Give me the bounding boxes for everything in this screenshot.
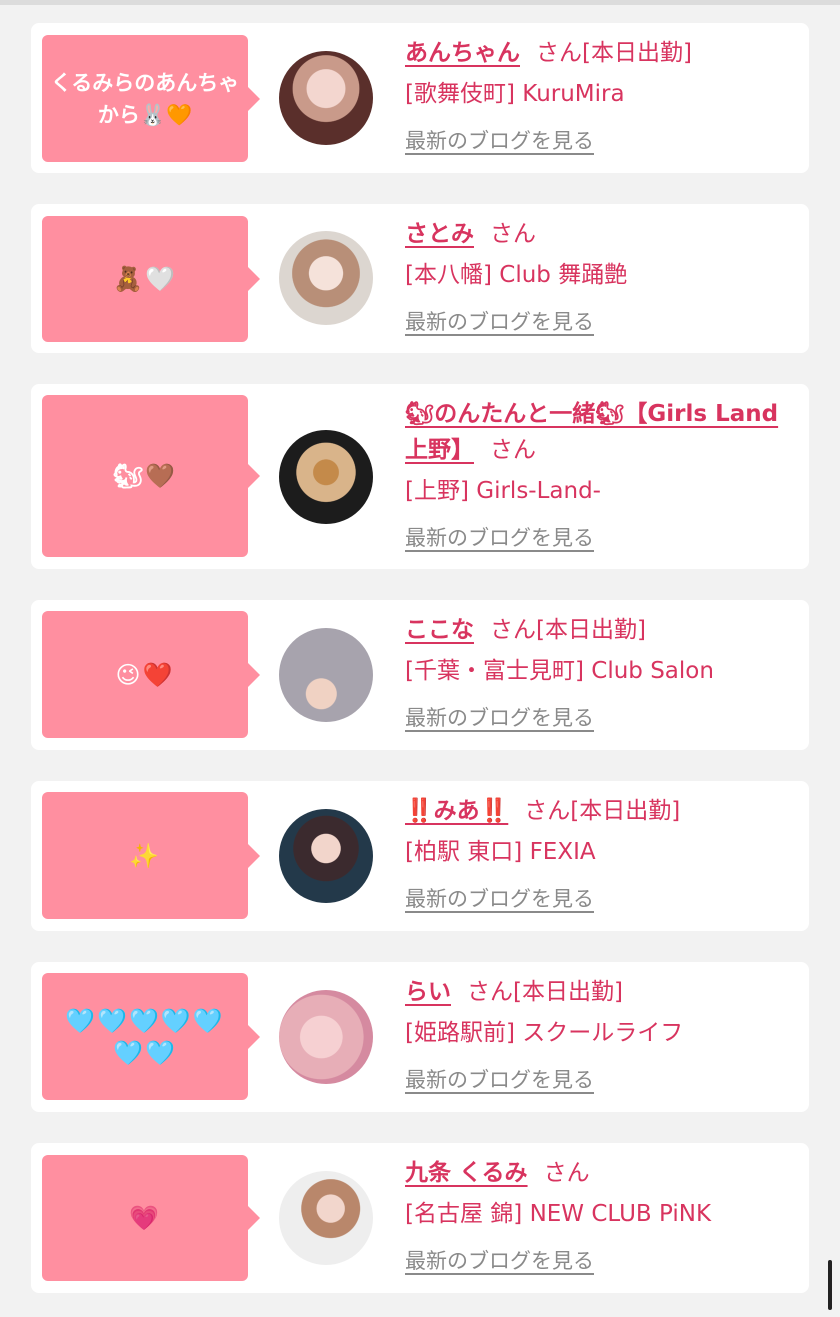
- honorific: さん: [467, 979, 513, 1005]
- shop-info: [上野] Girls-Land-: [405, 478, 601, 504]
- shop-info: [本八幡] Club 舞踊艶: [405, 262, 628, 288]
- latest-blog-link[interactable]: 最新のブログを見る: [405, 1244, 594, 1278]
- comment-bubble: 💗: [42, 1155, 260, 1281]
- honorific: さん: [490, 437, 536, 463]
- latest-blog-link[interactable]: 最新のブログを見る: [405, 124, 594, 158]
- avatar[interactable]: [279, 628, 373, 722]
- cast-name-link[interactable]: ‼️みあ‼️: [405, 798, 508, 824]
- avatar[interactable]: [279, 231, 373, 325]
- comment-text: ✨: [129, 841, 161, 870]
- shop-info: [柏駅 東口] FEXIA: [405, 839, 596, 865]
- cast-name-link[interactable]: 九条 くるみ: [405, 1160, 528, 1186]
- comment-bubble: 🐿🤎: [42, 395, 260, 557]
- scrollbar-thumb[interactable]: [828, 1260, 832, 1310]
- comment-text: 💗: [129, 1204, 161, 1232]
- cast-card: 🩵🩵🩵🩵🩵🩵🩵 らい さん[本日出勤] [姫路駅前] スクールライフ 最新のブログ…: [31, 962, 809, 1112]
- avatar[interactable]: [279, 51, 373, 145]
- comment-text: 🩵🩵🩵🩵🩵🩵🩵: [65, 1006, 225, 1067]
- cast-name-link[interactable]: 🐿のんたんと一緒🐿【Girls Land上野】: [405, 401, 778, 463]
- honorific: さん: [536, 40, 582, 66]
- avatar[interactable]: [279, 809, 373, 903]
- cast-card: 💗 九条 くるみ さん [名古屋 錦] NEW CLUB PiNK 最新のブログを…: [31, 1143, 809, 1293]
- comment-bubble: 🩵🩵🩵🩵🩵🩵🩵: [42, 973, 260, 1100]
- avatar[interactable]: [279, 990, 373, 1084]
- shop-info: [千葉・富士見町] Club Salon: [405, 658, 714, 684]
- latest-blog-link[interactable]: 最新のブログを見る: [405, 701, 594, 735]
- cast-name-link[interactable]: あんちゃん: [405, 40, 520, 66]
- honorific: さん: [524, 798, 571, 824]
- shop-info: [歌舞伎町] KuruMira: [405, 81, 625, 107]
- comment-bubble: ✨: [42, 792, 260, 919]
- shop-info: [名古屋 錦] NEW CLUB PiNK: [405, 1201, 712, 1227]
- latest-blog-link[interactable]: 最新のブログを見る: [405, 521, 594, 555]
- comment-text: 🧸🤍: [113, 265, 177, 293]
- latest-blog-link[interactable]: 最新のブログを見る: [405, 882, 594, 916]
- comment-bubble: 😉❤️: [42, 611, 260, 738]
- comment-bubble: 🧸🤍: [42, 216, 260, 342]
- cast-card: ✨ ‼️みあ‼️ さん[本日出勤] [柏駅 東口] FEXIA 最新のブログを見る: [31, 781, 809, 931]
- shop-info: [姫路駅前] スクールライフ: [405, 1020, 684, 1046]
- honorific: さん: [490, 617, 536, 643]
- honorific: さん: [490, 221, 536, 247]
- comment-text: 🐿🤎: [112, 462, 178, 490]
- comment-text: くるみらのあんちゃから🐰🧡: [50, 70, 240, 127]
- cast-card: 😉❤️ ここな さん[本日出勤] [千葉・富士見町] Club Salon 最新の…: [31, 600, 809, 750]
- cast-name-link[interactable]: さとみ: [405, 221, 474, 247]
- attendance-status: [本日出勤]: [570, 798, 681, 824]
- top-divider: [0, 0, 840, 5]
- cast-name-link[interactable]: ここな: [405, 617, 474, 643]
- attendance-status: [本日出勤]: [513, 979, 623, 1005]
- honorific: さん: [543, 1160, 590, 1186]
- avatar[interactable]: [279, 1171, 373, 1265]
- comment-bubble: くるみらのあんちゃから🐰🧡: [42, 35, 260, 162]
- avatar[interactable]: [279, 430, 373, 524]
- cast-card: 🐿🤎 🐿のんたんと一緒🐿【Girls Land上野】 さん [上野] Girls-…: [31, 384, 809, 569]
- attendance-status: [本日出勤]: [582, 40, 692, 66]
- latest-blog-link[interactable]: 最新のブログを見る: [405, 1063, 594, 1097]
- latest-blog-link[interactable]: 最新のブログを見る: [405, 305, 594, 339]
- attendance-status: [本日出勤]: [536, 617, 646, 643]
- cast-card: くるみらのあんちゃから🐰🧡 あんちゃん さん[本日出勤] [歌舞伎町] KuruM…: [31, 23, 809, 173]
- comment-text: 😉❤️: [115, 660, 175, 689]
- cast-card: 🧸🤍 さとみ さん [本八幡] Club 舞踊艶 最新のブログを見る: [31, 204, 809, 353]
- cast-name-link[interactable]: らい: [405, 979, 451, 1005]
